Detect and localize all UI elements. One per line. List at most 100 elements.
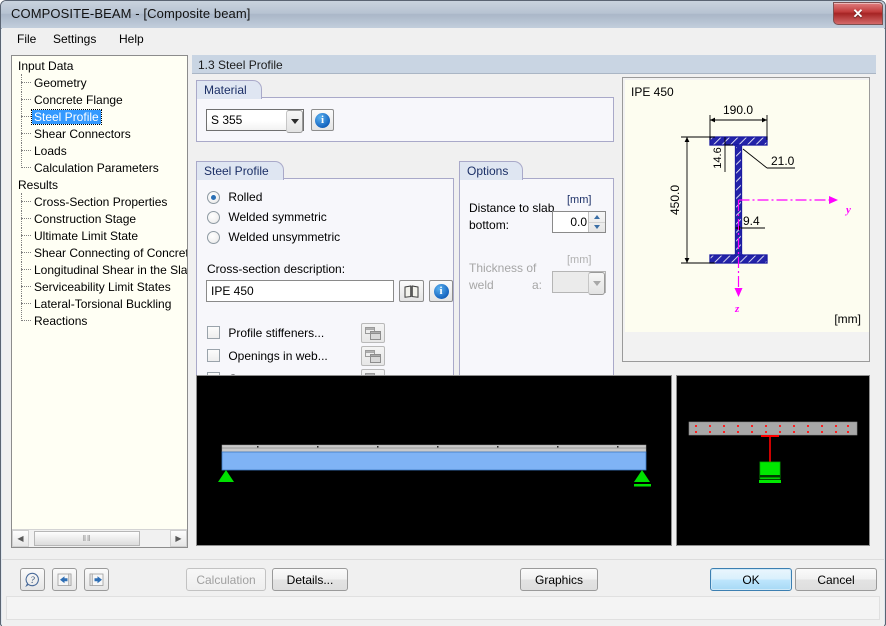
sidebar-item-geometry[interactable]: Geometry xyxy=(12,74,187,92)
radio-welded-unsymmetric[interactable]: Welded unsymmetric xyxy=(207,230,340,244)
graphics-button[interactable]: Graphics xyxy=(520,568,598,591)
scroll-left-arrow-icon[interactable]: ◀ xyxy=(12,530,29,547)
sidebar-item-shear-connectors[interactable]: Shear Connectors xyxy=(12,125,187,143)
options-group-tab: Options xyxy=(459,161,524,180)
material-group-box: Material S 355 i xyxy=(196,80,614,142)
distance-to-slab-label-line1: Distance to slab xyxy=(469,201,555,215)
thickness-of-weld-suffix: a: xyxy=(532,278,543,292)
openings-in-web-dialog-button[interactable] xyxy=(361,346,385,366)
sidebar-item-concrete-flange[interactable]: Concrete Flange xyxy=(12,91,187,109)
cancel-button[interactable]: Cancel xyxy=(795,568,877,591)
close-icon: ✕ xyxy=(852,5,864,21)
section-graphics-view[interactable] xyxy=(676,375,870,546)
sidebar-item-label: Shear Connectors xyxy=(34,127,131,141)
material-select[interactable]: S 355 xyxy=(206,109,304,133)
sidebar-item-steel-profile[interactable]: Steel Profile xyxy=(12,108,187,126)
previous-button[interactable] xyxy=(52,568,77,591)
tree-connector xyxy=(21,133,31,135)
status-bar xyxy=(6,596,880,620)
radio-indicator xyxy=(207,191,220,204)
checkbox-label: Profile stiffeners... xyxy=(228,326,325,340)
chevron-down-icon xyxy=(588,272,605,295)
tree-group-input-data[interactable]: Input Data xyxy=(12,58,187,75)
steel-profile-group-tab: Steel Profile xyxy=(196,161,284,180)
dim-height-label: 450.0 xyxy=(668,185,682,215)
info-icon: i xyxy=(433,283,449,299)
dialog-window-icon xyxy=(365,326,381,340)
sidebar-item-label: Longitudinal Shear in the Slab xyxy=(34,263,187,277)
sidebar-item-loads[interactable]: Loads xyxy=(12,142,187,160)
scroll-right-arrow-icon[interactable]: ▶ xyxy=(170,530,187,547)
checkbox-profile-stiffeners[interactable]: Profile stiffeners... xyxy=(207,326,324,340)
options-group-label: Options xyxy=(467,164,509,178)
sidebar-item-calculation-parameters[interactable]: Calculation Parameters xyxy=(12,159,187,177)
cross-section-library-button[interactable] xyxy=(399,280,424,302)
sidebar-item-cross-section-properties[interactable]: Cross-Section Properties xyxy=(12,193,187,211)
cross-section-description-input[interactable] xyxy=(206,280,394,302)
title-bar: COMPOSITE-BEAM - [Composite beam] ✕ xyxy=(1,1,885,29)
client-area: Input Data Geometry Concrete Flange Stee… xyxy=(2,49,884,559)
details-button[interactable]: Details... xyxy=(272,568,348,591)
sidebar-item-label: Reactions xyxy=(34,314,88,328)
dim-flange-label: 14.6 xyxy=(712,147,724,168)
sidebar-item-lateral-torsional-buckling[interactable]: Lateral-Torsional Buckling xyxy=(12,295,187,313)
sidebar-item-reactions[interactable]: Reactions xyxy=(12,312,187,330)
ok-button[interactable]: OK xyxy=(710,568,792,591)
radio-label: Rolled xyxy=(228,190,263,204)
tree-connector xyxy=(21,252,31,254)
material-info-button[interactable]: i xyxy=(311,109,334,131)
tree-group-label: Results xyxy=(18,178,59,192)
sidebar-item-label: Ultimate Limit State xyxy=(34,229,139,243)
tree-connector xyxy=(21,99,31,101)
tree-connector xyxy=(21,201,31,203)
tree-connector xyxy=(21,303,31,305)
cross-section-preview-panel: IPE 450 [mm] y z 190.0 450.0 14.6 21.0 9… xyxy=(622,77,870,362)
distance-to-slab-input[interactable]: 0.0 xyxy=(552,211,606,233)
close-button[interactable]: ✕ xyxy=(833,2,883,25)
tree-connector xyxy=(21,269,31,271)
next-button[interactable] xyxy=(84,568,109,591)
menu-file[interactable]: File xyxy=(10,31,43,47)
radio-rolled[interactable]: Rolled xyxy=(207,190,262,204)
content-panel: 1.3 Steel Profile Material S 355 i Steel… xyxy=(192,55,876,548)
tree-connector xyxy=(21,320,31,322)
chevron-down-icon[interactable] xyxy=(286,110,303,133)
scrollbar-thumb[interactable]: ‖‖ xyxy=(34,531,140,546)
tree-connector xyxy=(21,150,31,152)
tree-group-results[interactable]: Results xyxy=(12,177,187,194)
sidebar-item-label: Concrete Flange xyxy=(34,93,123,107)
tree-connector xyxy=(21,116,31,118)
sidebar-item-construction-stage[interactable]: Construction Stage xyxy=(12,210,187,228)
cross-section-drawing: IPE 450 [mm] y z 190.0 450.0 14.6 21.0 9… xyxy=(625,80,869,332)
spinner-down-icon[interactable] xyxy=(589,222,605,232)
info-icon: i xyxy=(315,112,330,128)
elevation-drawing xyxy=(197,376,671,545)
radio-welded-symmetric[interactable]: Welded symmetric xyxy=(207,210,327,224)
elevation-graphics-view[interactable] xyxy=(196,375,672,546)
window-title: COMPOSITE-BEAM - [Composite beam] xyxy=(11,6,251,21)
checkbox-openings-in-web[interactable]: Openings in web... xyxy=(207,349,328,363)
page-title: 1.3 Steel Profile xyxy=(192,55,876,74)
help-button[interactable]: ? xyxy=(20,568,45,591)
distance-to-slab-value: 0.0 xyxy=(570,215,587,229)
menu-help[interactable]: Help xyxy=(112,31,151,47)
navigator-panel: Input Data Geometry Concrete Flange Stee… xyxy=(11,55,188,548)
calculation-button[interactable]: Calculation xyxy=(186,568,266,591)
profile-stiffeners-dialog-button[interactable] xyxy=(361,323,385,343)
menu-settings[interactable]: Settings xyxy=(46,31,103,47)
sidebar-horizontal-scrollbar[interactable]: ◀ ‖‖ ▶ xyxy=(12,529,187,547)
sidebar-item-ultimate-limit-state[interactable]: Ultimate Limit State xyxy=(12,227,187,245)
cross-section-info-button[interactable]: i xyxy=(429,280,453,302)
spinner-buttons[interactable] xyxy=(588,212,605,232)
sidebar-item-shear-connecting-of-concrete[interactable]: Shear Connecting of Concrete I xyxy=(12,244,187,262)
sidebar-item-longitudinal-shear-in-the-slab[interactable]: Longitudinal Shear in the Slab xyxy=(12,261,187,279)
navigator-tree: Input Data Geometry Concrete Flange Stee… xyxy=(12,56,187,529)
distance-to-slab-label-line2: bottom: xyxy=(469,218,510,232)
sidebar-item-label: Serviceability Limit States xyxy=(34,280,171,294)
sidebar-item-label: Cross-Section Properties xyxy=(34,195,168,209)
button-bar: ? Calculation Details... Graphics OK Can… xyxy=(2,559,884,626)
sidebar-item-serviceability-limit-states[interactable]: Serviceability Limit States xyxy=(12,278,187,296)
ipe-profile-svg: y z 190.0 450.0 14.6 21.0 9.4 xyxy=(668,103,851,315)
sidebar-item-label: Loads xyxy=(34,144,67,158)
sidebar-item-label: Shear Connecting of Concrete I xyxy=(34,246,187,260)
